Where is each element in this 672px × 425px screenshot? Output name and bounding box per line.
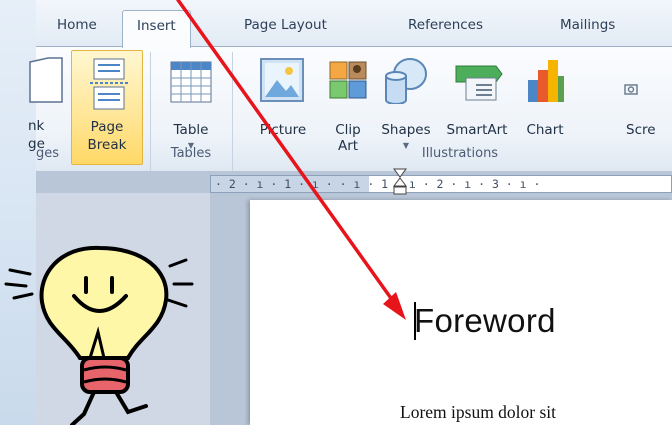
page-break-button[interactable]: Page Break xyxy=(71,50,143,165)
ruler-ticks: · 2 · ı · 1 · ı · · ı · 1 · ı · 2 · ı · … xyxy=(215,177,541,191)
illustrations-group-label: Illustrations xyxy=(421,146,499,161)
chart-button[interactable]: Chart xyxy=(518,52,572,148)
tables-group-label: Tables xyxy=(170,146,212,161)
screenshot-icon xyxy=(624,84,638,95)
lightbulb-icon xyxy=(4,245,194,425)
table-label: Table xyxy=(173,122,209,138)
group-separator xyxy=(150,52,151,174)
document-body-text[interactable]: Lorem ipsum dolor sit xyxy=(400,402,556,423)
chart-icon xyxy=(528,60,564,102)
tab-mailings[interactable]: Mailings xyxy=(560,10,615,46)
shapes-label: Shapes xyxy=(381,122,431,138)
tab-references[interactable]: References xyxy=(408,10,483,46)
table-button[interactable]: Table ▼ xyxy=(158,52,224,150)
smartart-icon xyxy=(455,65,503,101)
picture-button[interactable]: Picture xyxy=(248,52,318,148)
clip-art-label-1: Clip xyxy=(335,122,361,138)
shapes-icon xyxy=(385,58,427,104)
picture-label: Picture xyxy=(259,122,307,138)
group-separator xyxy=(232,52,233,174)
table-icon xyxy=(170,61,212,103)
tab-insert[interactable]: Insert xyxy=(122,10,191,48)
document-heading[interactable]: Foreword xyxy=(414,302,556,340)
tab-page-layout[interactable]: Page Layout xyxy=(244,10,327,46)
page-break-label-1: Page xyxy=(90,119,124,135)
clip-art-icon xyxy=(329,61,367,99)
blank-page-label-1: nk xyxy=(28,118,45,134)
picture-icon xyxy=(260,58,304,102)
smartart-label: SmartArt xyxy=(446,122,508,138)
screenshot-label: Scre xyxy=(626,122,656,138)
shapes-button[interactable]: Shapes ▼ xyxy=(374,52,438,150)
pages-group-label: ges xyxy=(36,146,60,161)
tab-home[interactable]: Home xyxy=(57,10,97,46)
blank-page-icon xyxy=(29,57,63,103)
page-break-label-2: Break xyxy=(87,137,127,153)
chart-label: Chart xyxy=(526,122,564,138)
horizontal-ruler[interactable]: · 2 · ı · 1 · ı · · ı · 1 · ı · 2 · ı · … xyxy=(210,175,672,193)
smartart-button[interactable]: SmartArt xyxy=(440,52,514,148)
indent-marker-icon[interactable] xyxy=(393,168,407,196)
page-break-icon xyxy=(90,58,128,110)
screenshot-button[interactable]: Scre xyxy=(574,52,672,148)
clip-art-button[interactable]: Clip Art xyxy=(324,52,372,154)
